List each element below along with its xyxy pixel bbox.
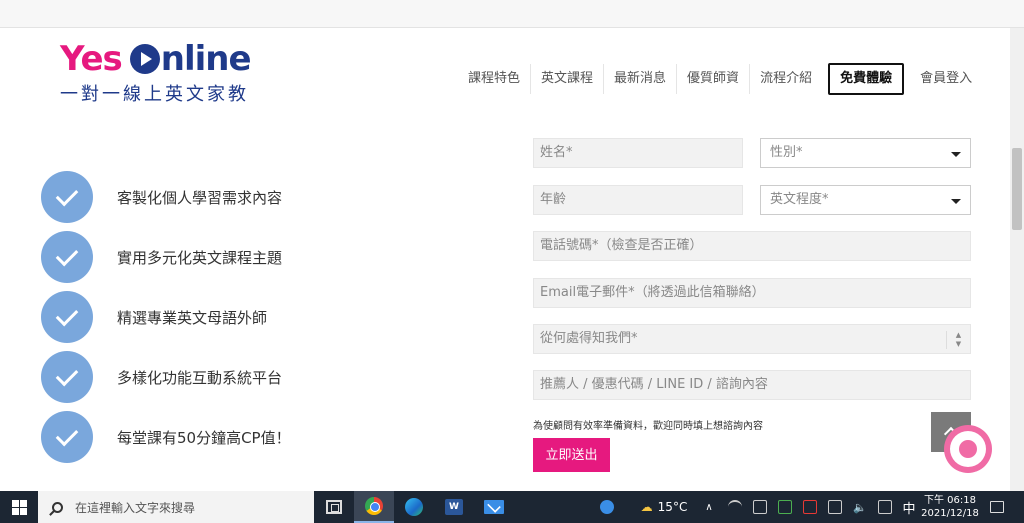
logo-subtitle: 一對一線上英文家教: [60, 84, 249, 105]
taskbar-chrome[interactable]: [354, 491, 394, 523]
tray-app-3[interactable]: [801, 491, 819, 523]
english-level-select[interactable]: 英文程度*: [760, 185, 971, 215]
nav-item-news[interactable]: 最新消息: [604, 64, 678, 94]
search-icon: [52, 501, 63, 513]
feature-label: 實用多元化英文課程主題: [117, 248, 283, 267]
tray-app-5[interactable]: [876, 491, 894, 523]
tray-app-icon: [828, 500, 842, 514]
gender-select-label: 性別*: [770, 145, 803, 160]
chevron-up-icon: ∧: [705, 501, 713, 513]
tray-volume[interactable]: 🔈: [851, 491, 869, 523]
check-circle-icon: [41, 171, 93, 223]
word-icon: W: [445, 499, 463, 515]
feature-item: 精選專業英文母語外師: [41, 291, 267, 343]
nav-item-courses[interactable]: 英文課程: [531, 64, 605, 94]
help-icon: [600, 500, 614, 514]
tray-app-4[interactable]: [826, 491, 844, 523]
name-field[interactable]: 姓名*: [533, 138, 743, 168]
windows-taskbar: 在這裡輸入文字來搜尋 W ☁ 15°C ∧ 🔈 中 下午 06:18 2021/…: [0, 491, 1024, 523]
age-field[interactable]: 年齡: [533, 185, 743, 215]
chat-button[interactable]: [944, 425, 992, 473]
check-circle-icon: [41, 291, 93, 343]
tray-app-icon: [878, 500, 892, 514]
weather-icon: ☁: [640, 500, 653, 514]
mail-icon: [484, 500, 504, 514]
page-scrollbar[interactable]: [1010, 28, 1024, 491]
caret-down-icon: [951, 152, 961, 157]
wifi-icon: [728, 500, 742, 514]
nav-item-process[interactable]: 流程介紹: [750, 64, 822, 94]
main-nav: 課程特色 英文課程 最新消息 優質師資 流程介紹 免費體驗 會員登入: [458, 63, 982, 95]
logo-yes: Yes: [60, 39, 123, 79]
check-circle-icon: [41, 411, 93, 463]
english-level-select-label: 英文程度*: [770, 192, 829, 207]
form-note: 為使顧問有效率準備資料，歡迎同時填上想諮詢內容: [533, 421, 763, 432]
feature-label: 精選專業英文母語外師: [117, 308, 268, 327]
edge-icon: [405, 498, 423, 516]
browser-top-strip: [0, 0, 1024, 28]
nav-item-free-trial[interactable]: 免費體驗: [828, 63, 905, 95]
chrome-icon: [365, 497, 383, 515]
ime-indicator[interactable]: 中: [900, 491, 918, 523]
clock-date: 2021/12/18: [921, 508, 979, 519]
taskbar-search-placeholder: 在這裡輸入文字來搜尋: [75, 500, 196, 515]
site-logo[interactable]: Yes nline 一對一線上英文家教: [60, 40, 270, 106]
tray-app-2[interactable]: [776, 491, 794, 523]
weather-widget[interactable]: ☁ 15°C: [634, 491, 694, 523]
taskbar-clock[interactable]: 下午 06:18 2021/12/18: [918, 491, 982, 523]
referral-field[interactable]: 推薦人 / 優惠代碼 / LINE ID / 諮詢內容: [533, 370, 971, 400]
feature-item: 實用多元化英文課程主題: [41, 231, 282, 283]
phone-field[interactable]: 電話號碼*（檢查是否正確）: [533, 231, 971, 261]
notification-center-button[interactable]: [986, 491, 1008, 523]
clock-time: 下午 06:18: [924, 495, 976, 506]
feature-label: 客製化個人學習需求內容: [117, 188, 283, 207]
taskbar-edge[interactable]: [394, 491, 434, 523]
start-button[interactable]: [0, 491, 38, 523]
feature-item: 每堂課有50分鐘高CP值！: [41, 411, 291, 463]
source-select[interactable]: 從何處得知我們* ▲ ▼: [533, 324, 971, 354]
feature-item: 多樣化功能互動系統平台: [41, 351, 282, 403]
tray-app-icon: [753, 500, 767, 514]
taskbar-mail[interactable]: [474, 491, 514, 523]
weather-temp: 15°C: [657, 500, 688, 514]
updown-icon: ▲ ▼: [946, 331, 970, 349]
tray-app-1[interactable]: [751, 491, 769, 523]
source-select-label: 從何處得知我們*: [540, 331, 638, 346]
feature-label: 多樣化功能互動系統平台: [117, 368, 283, 387]
check-circle-icon: [41, 231, 93, 283]
task-view-icon: [326, 500, 342, 514]
play-icon: [129, 44, 160, 74]
submit-button[interactable]: 立即送出: [533, 438, 610, 472]
scrollbar-thumb[interactable]: [1012, 148, 1022, 230]
feature-item: 客製化個人學習需求內容: [41, 171, 282, 223]
volume-icon: 🔈: [853, 500, 867, 514]
tray-wifi[interactable]: [726, 491, 744, 523]
check-circle-icon: [41, 351, 93, 403]
nav-item-features[interactable]: 課程特色: [458, 64, 532, 94]
nav-item-login[interactable]: 會員登入: [910, 64, 982, 94]
email-field[interactable]: Email電子郵件*（將透過此信箱聯絡）: [533, 278, 971, 308]
notification-icon: [990, 501, 1004, 513]
logo-wordmark: Yes nline: [60, 40, 270, 78]
taskbar-word[interactable]: W: [434, 491, 474, 523]
chat-icon: [950, 431, 986, 467]
caret-down-icon: [951, 199, 961, 204]
show-hidden-icons-button[interactable]: ∧: [700, 491, 718, 523]
logo-online: nline: [160, 39, 252, 79]
windows-icon: [11, 499, 27, 515]
tray-app-icon: [803, 500, 817, 514]
feature-label: 每堂課有50分鐘高CP值！: [117, 428, 291, 447]
task-view-button[interactable]: [314, 491, 354, 523]
gender-select[interactable]: 性別*: [760, 138, 971, 168]
nav-item-teachers[interactable]: 優質師資: [677, 64, 751, 94]
help-tray-button[interactable]: [596, 491, 618, 523]
taskbar-search-box[interactable]: 在這裡輸入文字來搜尋: [38, 491, 314, 523]
tray-app-icon: [778, 500, 792, 514]
